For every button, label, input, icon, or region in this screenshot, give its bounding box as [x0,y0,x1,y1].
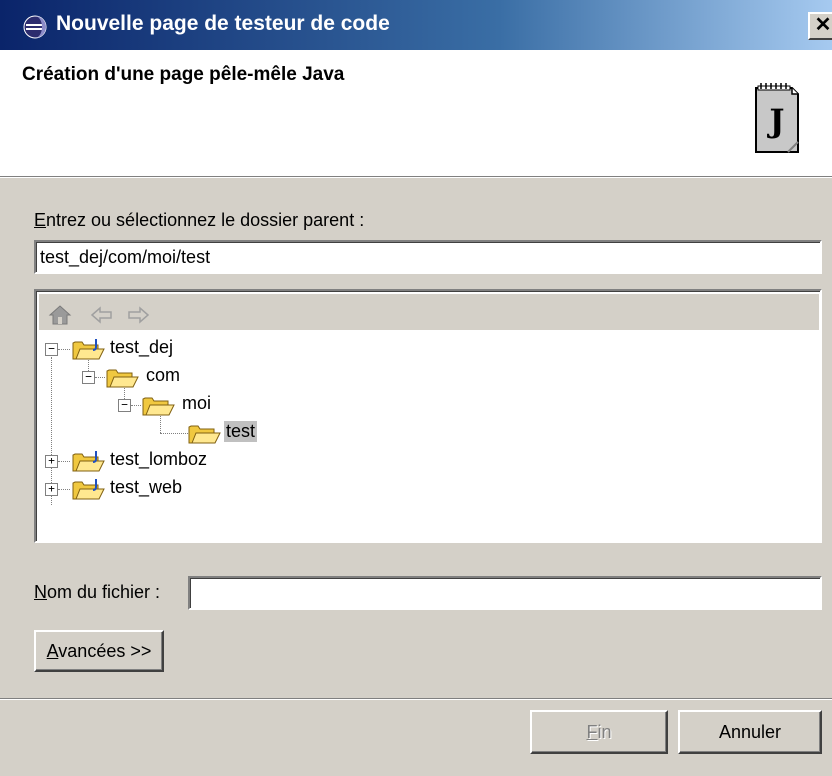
java-project-folder-icon [72,451,105,472]
collapse-toggle[interactable]: − [82,371,95,384]
folder-tree[interactable]: − test_dej − com − moi test + test_lombo… [34,289,822,543]
tree-item-label: test_web [110,477,183,497]
tree-item-label-selected: test [224,421,258,442]
tree-item-test-lomboz[interactable]: + test_lomboz [36,447,816,475]
close-button[interactable]: ✕ [808,12,832,40]
folder-open-icon [106,369,139,388]
page-title: Création d'une page pêle-mêle Java [22,64,345,85]
tree-item-label: moi [182,393,212,413]
java-file-icon: J [755,83,799,153]
tree-line [131,405,141,406]
expand-toggle[interactable]: + [45,455,58,468]
tree-line [58,489,70,490]
cancel-button[interactable]: Annuler [678,710,822,754]
tree-item-test[interactable]: test [36,419,816,447]
tree-item-moi[interactable]: − moi [36,391,816,419]
footer-divider-highlight [0,699,832,700]
svg-text:J: J [766,102,784,140]
parent-folder-input[interactable] [34,240,822,274]
tree-item-label: test_dej [110,337,174,357]
tree-line [58,349,70,350]
home-icon[interactable] [47,304,73,326]
finish-button[interactable]: Fin [530,710,668,754]
back-arrow-icon[interactable] [89,304,115,326]
folder-open-icon [188,425,221,444]
expand-toggle[interactable]: + [45,483,58,496]
tree-toolbar [39,294,819,330]
tree-item-test-web[interactable]: + test_web [36,475,816,503]
tree-item-label: com [146,365,181,385]
header-divider [0,177,832,178]
parent-folder-label: Entrez ou sélectionnez le dossier parent… [34,210,365,230]
file-name-input[interactable] [188,576,822,610]
tree-line [95,377,105,378]
forward-arrow-icon[interactable] [125,304,151,326]
window-title: Nouvelle page de testeur de code [56,12,390,35]
advanced-button[interactable]: Avancées >> [34,630,164,672]
java-project-folder-icon [72,479,105,500]
tree-item-test-dej[interactable]: − test_dej [36,335,816,363]
eclipse-icon [23,15,47,39]
folder-open-icon [142,397,175,416]
collapse-toggle[interactable]: − [118,399,131,412]
tree-item-label: test_lomboz [110,449,208,469]
tree-line [58,461,70,462]
close-icon: ✕ [814,14,832,36]
file-name-label: Nom du fichier : [34,582,161,602]
tree-item-com[interactable]: − com [36,363,816,391]
java-project-folder-icon [72,339,105,360]
collapse-toggle[interactable]: − [45,343,58,356]
